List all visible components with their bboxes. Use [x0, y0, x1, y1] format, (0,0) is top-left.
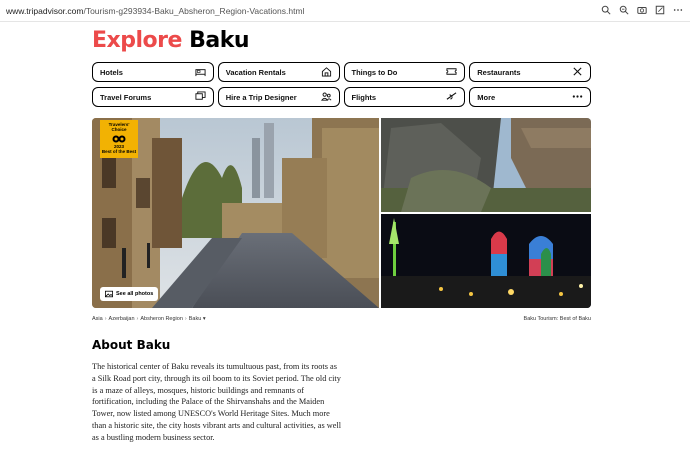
- zoom-icon[interactable]: [618, 4, 630, 16]
- people-icon: [320, 91, 332, 104]
- photo-old-city-street[interactable]: Travelers' Choice 2023 Best of the Best …: [92, 118, 379, 308]
- nav-hire-trip-designer[interactable]: Hire a Trip Designer: [217, 87, 340, 107]
- see-all-label: See all photos: [116, 291, 154, 297]
- nav-label: Travel Forums: [100, 92, 152, 102]
- nav-flights[interactable]: Flights: [343, 87, 466, 107]
- travelers-choice-badge: Travelers' Choice 2023 Best of the Best: [100, 120, 138, 158]
- chevron-down-icon[interactable]: ▾: [201, 316, 206, 322]
- nav-travel-forums[interactable]: Travel Forums: [92, 87, 214, 107]
- title-explore: Explore: [92, 28, 182, 53]
- nav-more[interactable]: More: [469, 87, 591, 107]
- utensils-icon: [572, 66, 583, 79]
- dots-icon: [572, 91, 583, 104]
- breadcrumb-absheron[interactable]: Absheron Region: [140, 316, 183, 322]
- bed-icon: [195, 66, 206, 79]
- owl-logo-icon: [112, 135, 126, 143]
- photo-rock-landscape[interactable]: [381, 118, 591, 212]
- nav-label: More: [477, 92, 496, 102]
- badge-text-3: Best of the Best: [101, 148, 137, 154]
- ticket-icon: [446, 66, 457, 79]
- breadcrumb-baku[interactable]: Baku: [189, 316, 202, 322]
- url-host: www.tripadvisor.com: [6, 6, 84, 16]
- nav-label: Hire a Trip Designer: [225, 92, 297, 102]
- nav-restaurants[interactable]: Restaurants: [469, 62, 591, 82]
- photo-icon: [105, 290, 113, 298]
- breadcrumb: Asia › Azerbaijan › Absheron Region › Baku ▾: [92, 316, 206, 322]
- nav-label: Things to Do: [351, 67, 398, 77]
- badge-text-2: Choice: [111, 127, 127, 133]
- page-title: Explore Baku: [92, 28, 249, 53]
- photo-gallery: Travelers' Choice 2023 Best of the Best …: [92, 118, 591, 308]
- plane-icon: [446, 91, 457, 104]
- nav-label: Flights: [351, 92, 377, 102]
- nav-label: Hotels: [100, 67, 123, 77]
- url-path: /Tourism-g293934-Baku_Absheron_Region-Va…: [83, 6, 305, 16]
- address-bar[interactable]: www.tripadvisor.com/Tourism-g293934-Baku…: [0, 0, 690, 22]
- nav-things-to-do[interactable]: Things to Do: [343, 62, 466, 82]
- nav-label: Restaurants: [477, 67, 521, 77]
- nav-hotels[interactable]: Hotels: [92, 62, 214, 82]
- camera-icon[interactable]: [636, 4, 648, 16]
- category-nav: Hotels Vacation Rentals Things to Do Res…: [92, 62, 591, 107]
- url-text[interactable]: www.tripadvisor.com/Tourism-g293934-Baku…: [6, 6, 304, 16]
- breadcrumb-azerbaijan[interactable]: Azerbaijan: [109, 316, 135, 322]
- nav-vacation-rentals[interactable]: Vacation Rentals: [217, 62, 340, 82]
- house-icon: [321, 66, 332, 79]
- title-city: Baku: [189, 28, 249, 53]
- photo-flame-towers-night[interactable]: [381, 214, 591, 308]
- nav-label: Vacation Rentals: [225, 67, 286, 77]
- search-icon[interactable]: [600, 4, 612, 16]
- see-all-photos-button[interactable]: See all photos: [100, 287, 159, 301]
- share-icon[interactable]: [654, 4, 666, 16]
- chat-icon: [195, 90, 206, 104]
- page-subtitle: Baku Tourism: Best of Baku: [523, 316, 591, 322]
- more-icon[interactable]: [672, 4, 684, 16]
- about-description: The historical center of Baku reveals it…: [92, 362, 342, 442]
- about-heading: About Baku: [92, 338, 171, 352]
- breadcrumb-asia[interactable]: Asia: [92, 316, 103, 322]
